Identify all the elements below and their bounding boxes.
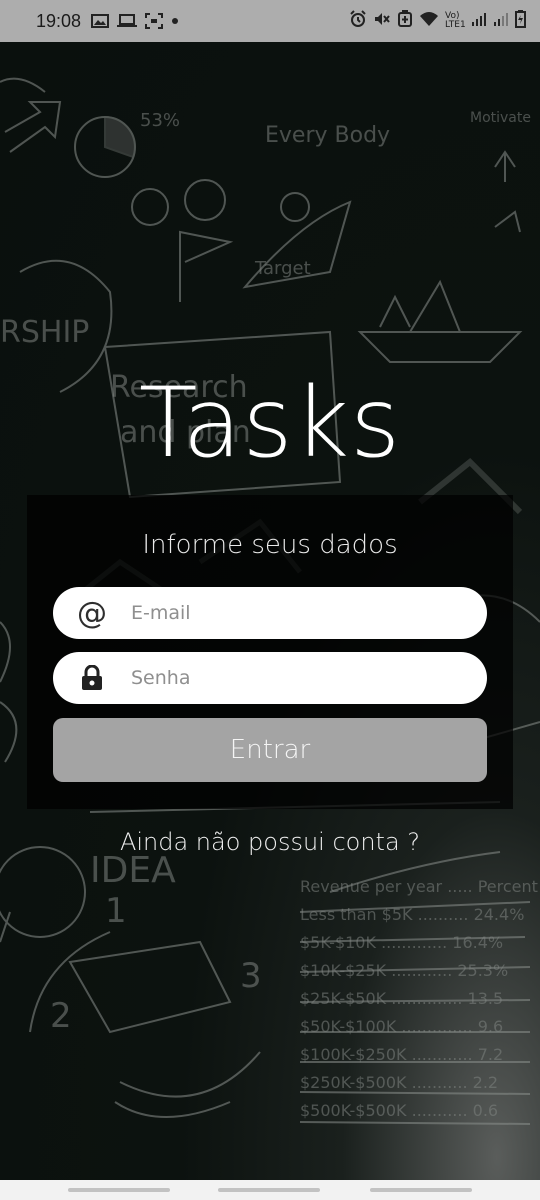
- svg-text:Motivate: Motivate: [470, 110, 531, 126]
- app-title: Tasks: [138, 367, 402, 479]
- dot-icon: [171, 17, 179, 25]
- svg-text:$250K-$500K ........... 2.2: $250K-$500K ........... 2.2: [300, 1073, 498, 1092]
- password-input[interactable]: [131, 667, 451, 689]
- status-bar: 19:08 Vo) LTE1: [0, 0, 540, 42]
- nav-recents-button[interactable]: [68, 1188, 170, 1192]
- svg-text:$50K-$100K .............. 9.6: $50K-$100K .............. 9.6: [300, 1017, 503, 1036]
- svg-text:53%: 53%: [140, 110, 180, 131]
- svg-text:Less than $5K .......... 24.4%: Less than $5K .......... 24.4%: [300, 905, 524, 924]
- mute-icon: [373, 10, 391, 32]
- signal-2-icon: [493, 11, 509, 31]
- wifi-icon: [419, 11, 439, 31]
- svg-text:Every Body: Every Body: [265, 123, 390, 148]
- svg-text:$10K-$25K ............ 25.3%: $10K-$25K ............ 25.3%: [300, 961, 508, 980]
- form-subtitle: Informe seus dados: [142, 530, 398, 560]
- svg-text:2: 2: [50, 996, 72, 1036]
- gallery-icon: [91, 14, 110, 28]
- navigation-bar: [0, 1180, 540, 1200]
- svg-text:Target: Target: [254, 258, 311, 279]
- battery-icon: [515, 10, 526, 32]
- signal-icon: [471, 11, 487, 31]
- svg-text:IDEA: IDEA: [90, 850, 176, 891]
- svg-text:$100K-$250K ............ 7.2: $100K-$250K ............ 7.2: [300, 1045, 503, 1064]
- svg-text:3: 3: [240, 956, 262, 996]
- email-input[interactable]: [131, 602, 451, 624]
- nav-home-button[interactable]: [218, 1188, 320, 1192]
- signup-link[interactable]: Ainda não possui conta ?: [0, 828, 540, 856]
- alarm-icon: [349, 10, 367, 32]
- svg-text:$5K-$10K ............. 16.4%: $5K-$10K ............. 16.4%: [300, 933, 503, 952]
- email-field[interactable]: @: [53, 587, 487, 639]
- login-button[interactable]: Entrar: [53, 718, 487, 782]
- password-field[interactable]: [53, 652, 487, 704]
- screenshot-icon: [145, 13, 164, 29]
- svg-text:$500K-$500K ........... 0.6: $500K-$500K ........... 0.6: [300, 1101, 498, 1120]
- svg-text:RSHIP: RSHIP: [0, 315, 89, 350]
- status-time: 19:08: [36, 10, 82, 31]
- svg-text:$25K-$50K .............. 13.5: $25K-$50K .............. 13.5: [300, 989, 503, 1008]
- lock-icon: [53, 665, 131, 691]
- at-icon: @: [77, 595, 107, 631]
- nav-back-button[interactable]: [370, 1188, 472, 1192]
- svg-text:1: 1: [105, 891, 127, 931]
- network-label: Vo) LTE1: [445, 11, 466, 30]
- laptop-icon: [117, 14, 138, 28]
- svg-text:Revenue per year ..... Percent: Revenue per year ..... Percent: [300, 877, 538, 896]
- data-saver-icon: [397, 10, 413, 32]
